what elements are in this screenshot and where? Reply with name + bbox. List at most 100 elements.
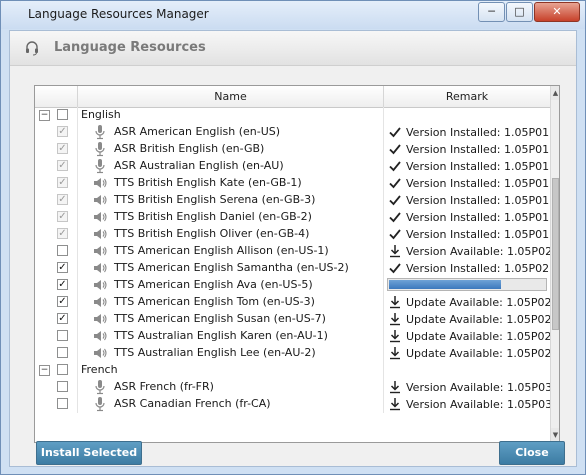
- item-checkbox: ✓: [57, 143, 68, 154]
- remark-cell: Version Installed: 1.05P01: [384, 209, 550, 226]
- remark-text: Version Installed: 1.05P01: [406, 160, 550, 173]
- name-cell: ASR American English (en-US): [78, 124, 384, 141]
- table-row[interactable]: TTS Australian English Lee (en-AU-2) Upda…: [35, 345, 550, 362]
- speaker-icon: [94, 348, 107, 358]
- row-controls-cell: ✓: [35, 226, 78, 243]
- name-cell: TTS British English Oliver (en-GB-4): [78, 226, 384, 243]
- minimize-button[interactable]: ─: [478, 2, 505, 22]
- table-row[interactable]: ASR French (fr-FR) Version Available: 1.0…: [35, 379, 550, 396]
- maximize-button[interactable]: □: [506, 2, 533, 22]
- table-row[interactable]: TTS Australian English Karen (en-AU-1) Up…: [35, 328, 550, 345]
- remark-text: Version Installed: 1.05P01: [406, 126, 550, 139]
- item-checkbox[interactable]: [57, 347, 68, 358]
- item-checkbox: ✓: [57, 160, 68, 171]
- row-controls-cell: ✓: [35, 124, 78, 141]
- collapse-expander[interactable]: −: [39, 365, 50, 376]
- checkmark-icon: [389, 212, 401, 223]
- remark-text: Update Available: 1.05P02: [406, 296, 550, 309]
- remark-cell: [384, 277, 550, 294]
- table-row[interactable]: ✓ TTS American English Samantha (en-US-2)…: [35, 260, 550, 277]
- table-row[interactable]: ✓ ASR Australian English (en-AU) Version I…: [35, 158, 550, 175]
- item-checkbox[interactable]: [57, 398, 68, 409]
- scroll-down-arrow[interactable]: ▼: [551, 428, 559, 442]
- item-checkbox: ✓: [57, 211, 68, 222]
- column-header-remark[interactable]: Remark: [384, 86, 550, 107]
- window-title: Language Resources Manager: [28, 7, 209, 21]
- item-checkbox: ✓: [57, 194, 68, 205]
- remark-text: Version Installed: 1.05P02: [406, 262, 550, 275]
- remark-cell: [384, 362, 550, 379]
- scroll-up-arrow[interactable]: ▲: [551, 86, 559, 100]
- table-row[interactable]: ✓ TTS American English Tom (en-US-3) Updat…: [35, 294, 550, 311]
- collapse-expander[interactable]: −: [39, 110, 50, 121]
- speaker-icon: [94, 263, 107, 273]
- group-checkbox[interactable]: [57, 364, 68, 375]
- table-body: − English ✓ ASR American English (en-US) Ver…: [35, 107, 550, 442]
- table-row[interactable]: ✓ ASR American English (en-US) Version Ins…: [35, 124, 550, 141]
- resource-name: TTS American English Allison (en-US-1): [114, 244, 329, 257]
- table-row[interactable]: ✓ TTS British English Kate (en-GB-1) Versi…: [35, 175, 550, 192]
- name-cell: TTS British English Kate (en-GB-1): [78, 175, 384, 192]
- title-bar[interactable]: Language Resources Manager ─ □ ✕: [1, 1, 585, 29]
- close-window-button[interactable]: ✕: [534, 2, 580, 22]
- row-controls-cell: ✓: [35, 141, 78, 158]
- item-checkbox[interactable]: ✓: [57, 296, 68, 307]
- download-icon: [390, 381, 400, 394]
- item-checkbox[interactable]: ✓: [57, 313, 68, 324]
- microphone-icon: [95, 142, 105, 157]
- group-row[interactable]: − French: [35, 362, 550, 379]
- remark-text: Version Installed: 1.05P01: [406, 143, 550, 156]
- row-controls-cell: ✓: [35, 311, 78, 328]
- install-selected-button[interactable]: Install Selected: [36, 441, 142, 465]
- header-blank: [35, 86, 78, 107]
- table-row[interactable]: ASR Canadian French (fr-CA) Version Avail…: [35, 396, 550, 413]
- table-header: Name Remark: [35, 86, 550, 108]
- item-checkbox[interactable]: [57, 381, 68, 392]
- row-controls-cell: ✓: [35, 209, 78, 226]
- remark-text: Version Installed: 1.05P01: [406, 177, 550, 190]
- table-row[interactable]: ✓ TTS American English Susan (en-US-7) Upd…: [35, 311, 550, 328]
- table-row[interactable]: ✓ TTS British English Daniel (en-GB-2) Ver…: [35, 209, 550, 226]
- item-checkbox[interactable]: ✓: [57, 279, 68, 290]
- remark-cell: Version Installed: 1.05P01: [384, 158, 550, 175]
- microphone-icon: [95, 125, 105, 140]
- row-controls-cell: ✓: [35, 260, 78, 277]
- name-cell: English: [78, 107, 384, 124]
- remark-text: Version Available: 1.05P03: [406, 381, 550, 394]
- group-row[interactable]: − English: [35, 107, 550, 124]
- scrollbar-thumb[interactable]: [552, 178, 559, 330]
- table-row[interactable]: ✓ ASR British English (en-GB) Version Inst…: [35, 141, 550, 158]
- download-icon: [390, 347, 400, 360]
- table-row[interactable]: ✓ TTS American English Ava (en-US-5): [35, 277, 550, 294]
- vertical-scrollbar[interactable]: ▲ ▼: [550, 86, 559, 442]
- speaker-icon: [94, 229, 107, 239]
- table-row[interactable]: ✓ TTS British English Oliver (en-GB-4) Ver…: [35, 226, 550, 243]
- app-window: Language Resources Manager ─ □ ✕ Languag…: [0, 0, 586, 475]
- remark-cell: Version Available: 1.05P02: [384, 243, 550, 260]
- remark-cell: Update Available: 1.05P02: [384, 328, 550, 345]
- table-row[interactable]: ✓ TTS British English Serena (en-GB-3) Ver…: [35, 192, 550, 209]
- name-cell: ASR British English (en-GB): [78, 141, 384, 158]
- row-controls-cell: [35, 328, 78, 345]
- resource-name: TTS American English Tom (en-US-3): [114, 295, 315, 308]
- headset-icon: [26, 41, 38, 56]
- checkmark-icon: [389, 263, 401, 274]
- row-controls-cell: ✓: [35, 294, 78, 311]
- item-checkbox[interactable]: [57, 330, 68, 341]
- resource-name: TTS Australian English Lee (en-AU-2): [114, 346, 316, 359]
- speaker-icon: [94, 280, 107, 290]
- download-icon: [390, 398, 400, 411]
- remark-cell: Version Installed: 1.05P01: [384, 124, 550, 141]
- column-header-name[interactable]: Name: [78, 86, 384, 107]
- group-checkbox[interactable]: [57, 109, 68, 120]
- item-checkbox[interactable]: [57, 245, 68, 256]
- speaker-icon: [94, 246, 107, 256]
- close-button[interactable]: Close: [499, 441, 565, 465]
- item-checkbox[interactable]: ✓: [57, 262, 68, 273]
- resource-name: ASR American English (en-US): [114, 125, 281, 138]
- group-label: French: [81, 363, 118, 376]
- remark-cell: [384, 107, 550, 124]
- name-cell: TTS British English Daniel (en-GB-2): [78, 209, 384, 226]
- table-row[interactable]: TTS American English Allison (en-US-1) Ve…: [35, 243, 550, 260]
- resource-name: TTS American English Samantha (en-US-2): [114, 261, 349, 274]
